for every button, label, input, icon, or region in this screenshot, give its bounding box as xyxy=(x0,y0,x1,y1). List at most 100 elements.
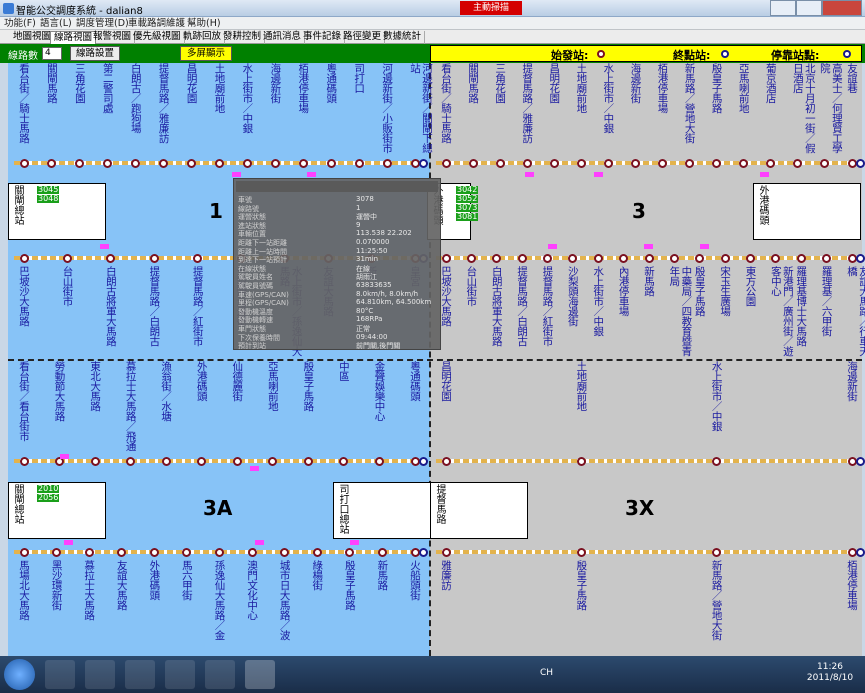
depot-box[interactable]: 關閘總站 3045 3048 xyxy=(8,183,106,240)
stop-marker[interactable] xyxy=(522,158,532,168)
stop-marker[interactable] xyxy=(161,456,171,466)
end-stop-marker[interactable] xyxy=(419,547,428,557)
stop-marker[interactable] xyxy=(720,253,730,263)
stop-marker[interactable] xyxy=(658,158,668,168)
bus-marker[interactable] xyxy=(307,172,316,177)
stop-marker[interactable] xyxy=(312,547,322,557)
chrome-icon[interactable] xyxy=(165,660,195,689)
end-stop-marker[interactable] xyxy=(856,158,865,168)
end-stop-marker[interactable] xyxy=(856,547,865,557)
stop-marker[interactable] xyxy=(712,456,722,466)
stop-marker[interactable] xyxy=(793,158,803,168)
bus-id-tag[interactable]: 3052 xyxy=(456,195,479,203)
bus-marker[interactable] xyxy=(350,540,359,545)
stop-marker[interactable] xyxy=(822,253,832,263)
maximize-button[interactable] xyxy=(796,0,822,16)
depot-box[interactable]: 司打口總站 xyxy=(333,482,431,539)
bus-id-tag[interactable]: 3073 xyxy=(456,204,479,212)
bus-id-tag[interactable]: 2010 xyxy=(37,485,60,493)
bus-marker[interactable] xyxy=(594,172,603,177)
bus-id-tag[interactable]: 3081 xyxy=(456,213,479,221)
bus-marker[interactable] xyxy=(760,172,769,177)
bus-marker[interactable] xyxy=(255,540,264,545)
stop-marker[interactable] xyxy=(766,158,776,168)
tab-map-view[interactable]: 地圖視圖 xyxy=(10,31,56,44)
tab-track-playback[interactable]: 軌跡回放 xyxy=(180,31,226,44)
route-count-select[interactable]: 4 xyxy=(42,47,62,60)
stop-marker[interactable] xyxy=(576,456,586,466)
stop-marker[interactable] xyxy=(345,547,355,557)
bus-id-tag[interactable]: 2056 xyxy=(37,494,60,502)
stop-marker[interactable] xyxy=(603,158,613,168)
stop-marker[interactable] xyxy=(549,158,559,168)
menu-help[interactable]: 幫助(H) xyxy=(187,17,221,30)
stop-marker[interactable] xyxy=(695,253,705,263)
stop-marker[interactable] xyxy=(215,158,224,168)
stop-marker[interactable] xyxy=(382,158,392,168)
stop-marker[interactable] xyxy=(354,158,364,168)
bus-id-tag[interactable]: 3048 xyxy=(37,195,60,203)
minimize-button[interactable] xyxy=(770,0,796,16)
stop-marker[interactable] xyxy=(19,456,29,466)
stop-marker[interactable] xyxy=(149,253,159,263)
stop-marker[interactable] xyxy=(103,158,113,168)
stop-marker[interactable] xyxy=(270,158,280,168)
stop-marker[interactable] xyxy=(280,547,290,557)
stop-marker[interactable] xyxy=(62,253,72,263)
stop-marker[interactable] xyxy=(159,158,169,168)
stop-marker[interactable] xyxy=(19,158,29,168)
bus-marker[interactable] xyxy=(525,172,534,177)
stop-marker[interactable] xyxy=(669,253,679,263)
stop-marker[interactable] xyxy=(543,253,552,263)
stop-marker[interactable] xyxy=(576,158,586,168)
end-stop-marker[interactable] xyxy=(419,158,428,168)
bus-id-tag[interactable]: 3045 xyxy=(37,186,60,194)
app-taskbar-icon[interactable] xyxy=(245,660,275,689)
stop-marker[interactable] xyxy=(619,253,629,263)
bus-marker[interactable] xyxy=(250,466,259,471)
stop-marker[interactable] xyxy=(149,547,159,557)
tab-priority-view[interactable]: 優先級視圖 xyxy=(130,31,185,44)
stop-marker[interactable] xyxy=(466,253,476,263)
depot-box[interactable]: 外港碼頭 xyxy=(753,183,861,240)
stop-marker[interactable] xyxy=(187,158,197,168)
stop-marker[interactable] xyxy=(303,456,313,466)
stop-marker[interactable] xyxy=(712,158,722,168)
stop-marker[interactable] xyxy=(441,158,451,168)
bus-marker[interactable] xyxy=(60,454,69,459)
tab-route-change[interactable]: 路徑變更 xyxy=(340,31,386,44)
paint-icon[interactable] xyxy=(205,660,235,689)
tab-event-log[interactable]: 事件記錄 xyxy=(300,31,346,44)
stop-marker[interactable] xyxy=(232,456,242,466)
stop-marker[interactable] xyxy=(712,547,722,557)
stop-marker[interactable] xyxy=(117,547,127,557)
stop-marker[interactable] xyxy=(468,158,478,168)
stop-marker[interactable] xyxy=(19,547,29,557)
stop-marker[interactable] xyxy=(242,158,252,168)
stop-marker[interactable] xyxy=(576,547,586,557)
tab-messages[interactable]: 通訊消息 xyxy=(260,31,306,44)
tab-control[interactable]: 發耕控制 xyxy=(220,31,266,44)
bus-marker[interactable] xyxy=(548,244,557,249)
bus-id-tag[interactable]: 3042 xyxy=(456,186,479,194)
alert-badge[interactable]: 主動掃描 xyxy=(460,1,522,15)
clock[interactable]: 11:26 2011/8/10 xyxy=(800,662,860,684)
stop-marker[interactable] xyxy=(298,158,308,168)
end-stop-marker[interactable] xyxy=(856,456,865,466)
stop-marker[interactable] xyxy=(326,158,336,168)
stop-marker[interactable] xyxy=(126,456,136,466)
stop-marker[interactable] xyxy=(441,253,451,263)
stop-marker[interactable] xyxy=(492,253,502,263)
stop-marker[interactable] xyxy=(746,253,755,263)
stop-marker[interactable] xyxy=(52,547,62,557)
stop-marker[interactable] xyxy=(495,158,505,168)
close-button[interactable] xyxy=(822,0,862,16)
end-stop-marker[interactable] xyxy=(856,253,865,263)
bus-marker[interactable] xyxy=(700,244,709,249)
stop-marker[interactable] xyxy=(90,456,100,466)
start-button[interactable] xyxy=(4,659,35,690)
stop-marker[interactable] xyxy=(644,253,654,263)
menu-maintenance[interactable]: 車載路調維護 xyxy=(128,17,185,30)
stop-marker[interactable] xyxy=(630,158,640,168)
stop-marker[interactable] xyxy=(568,253,578,263)
